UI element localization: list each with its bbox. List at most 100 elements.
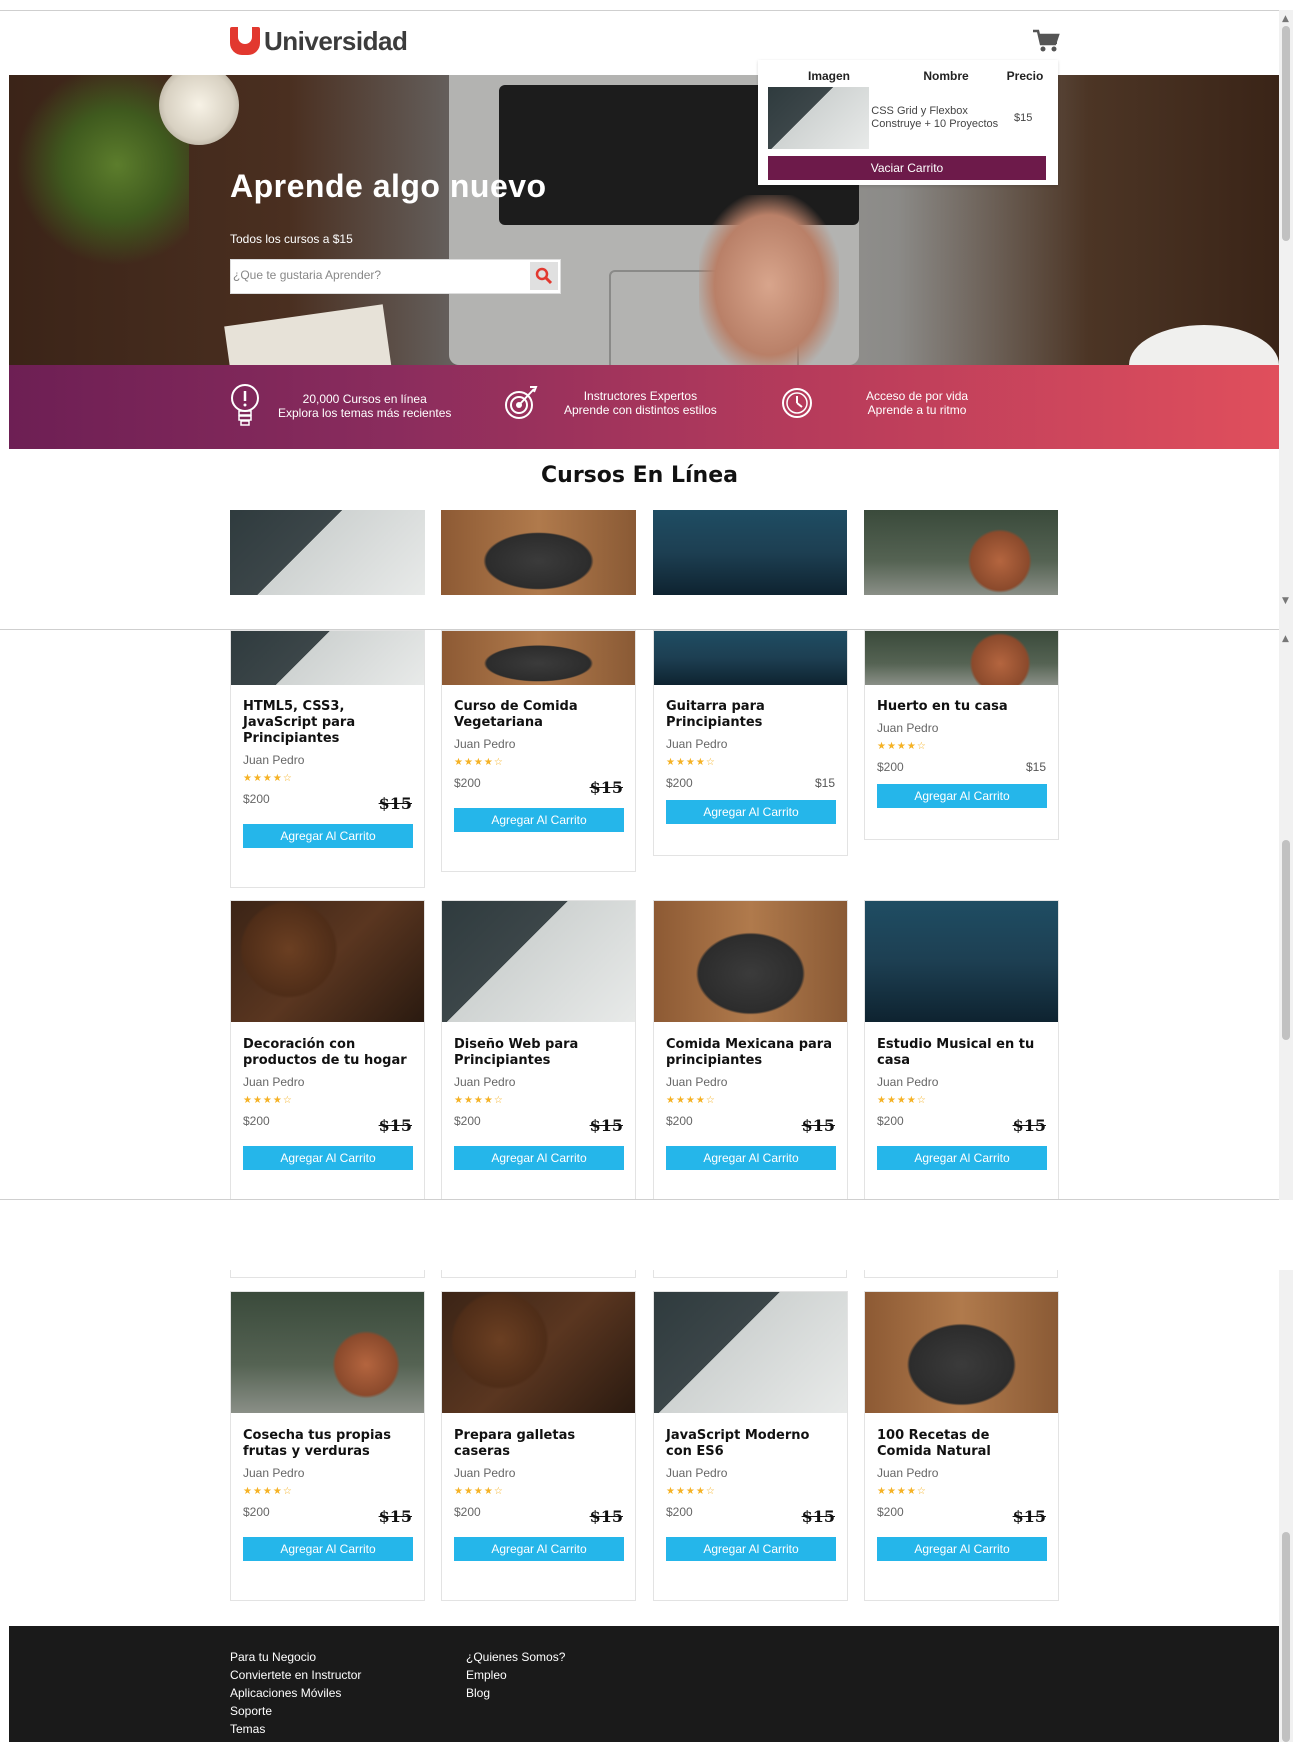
scrollbar-thumb-2[interactable] [1282, 840, 1290, 1040]
rating-stars-icon: ★★★★☆ [243, 773, 293, 784]
card-bottom-stub [230, 1270, 425, 1278]
hero-book-image [224, 304, 394, 365]
course-author: Juan Pedro [454, 1466, 516, 1480]
cart-dropdown: Imagen Nombre Precio CSS Grid y Flexbox … [758, 60, 1058, 185]
search-icon [535, 267, 553, 285]
rating-stars-icon: ★★★★☆ [243, 1486, 293, 1497]
benefit-instructors-line1: Instructores Expertos [583, 389, 698, 403]
hero-subtitle: Todos los cursos a $15 [230, 232, 353, 246]
old-price: $200 [877, 1114, 904, 1128]
add-to-cart-button[interactable]: Agregar Al Carrito [243, 1537, 413, 1561]
footer-link-jobs[interactable]: Empleo [466, 1666, 565, 1684]
card-bottom-stub [653, 1270, 847, 1278]
course-card: JavaScript Moderno con ES6 Juan Pedro ★★… [653, 1291, 848, 1601]
scroll-up-icon[interactable]: ▲ [1282, 14, 1289, 24]
course-image [865, 631, 1058, 685]
footer-link-instructor[interactable]: Conviertete en Instructor [230, 1666, 361, 1684]
hero-title: Aprende algo nuevo [230, 168, 547, 204]
add-to-cart-button[interactable]: Agregar Al Carrito [877, 1537, 1047, 1561]
add-to-cart-button[interactable]: Agregar Al Carrito [666, 800, 836, 824]
course-image [442, 631, 635, 685]
course-title: 100 Recetas de Comida Natural [877, 1428, 991, 1459]
course-author: Juan Pedro [243, 1075, 305, 1089]
benefit-instructors-line2: Aprende con distintos estilos [564, 403, 717, 417]
benefit-courses-line1: 20,000 Cursos en línea [302, 392, 427, 406]
add-to-cart-button[interactable]: Agregar Al Carrito [666, 1537, 836, 1561]
course-title: Guitarra para Principiantes [666, 699, 765, 730]
search-form [230, 259, 561, 294]
footer-link-about[interactable]: ¿Quienes Somos? [466, 1648, 565, 1666]
course-price: $15 [1025, 760, 1046, 774]
hero-candle-image [159, 75, 239, 145]
course-image [654, 1292, 847, 1413]
course-author: Juan Pedro [877, 1466, 939, 1480]
course-title: HTML5, CSS3, JavaScript para Principiant… [243, 699, 356, 746]
empty-cart-button[interactable]: Vaciar Carrito [768, 156, 1046, 180]
course-author: Juan Pedro [877, 721, 939, 735]
rating-stars-icon: ★★★★☆ [454, 757, 504, 768]
footer-link-support[interactable]: Soporte [230, 1702, 361, 1720]
old-price: $200 [454, 776, 481, 790]
cart-item-price: $15 [1013, 112, 1033, 124]
course-price: $15 [589, 778, 623, 797]
add-to-cart-button[interactable]: Agregar Al Carrito [243, 1146, 413, 1170]
course-image-preview-2 [441, 510, 636, 595]
scrollbar-thumb-1[interactable] [1282, 26, 1290, 241]
scrollbar-3[interactable] [1279, 1270, 1293, 1742]
benefit-access: Acceso de por vida Aprende a tu ritmo [780, 383, 968, 423]
course-image-preview-3 [653, 510, 847, 595]
course-author: Juan Pedro [666, 1466, 728, 1480]
course-image-preview-1 [230, 510, 425, 595]
cart-item-image [768, 87, 870, 149]
hero-hand-image [699, 195, 839, 365]
scroll-down-icon[interactable]: ▼ [1282, 596, 1289, 606]
shopping-cart-icon[interactable] [1032, 28, 1060, 54]
rating-stars-icon: ★★★★☆ [666, 1486, 716, 1497]
search-input[interactable] [233, 268, 523, 282]
scrollbar-2[interactable]: ▲ [1279, 630, 1293, 1200]
cart-table-header: Imagen Nombre Precio [768, 66, 1048, 86]
benefit-courses-line2: Explora los temas más recientes [278, 406, 452, 420]
course-author: Juan Pedro [877, 1075, 939, 1089]
add-to-cart-button[interactable]: Agregar Al Carrito [454, 808, 624, 832]
old-price: $200 [666, 776, 693, 790]
scrollbar-thumb-3[interactable] [1282, 1532, 1290, 1742]
footer: Para tu Negocio Conviertete en Instructo… [9, 1626, 1279, 1742]
scrollbar-1[interactable]: ▲ ▼ [1279, 10, 1293, 630]
scroll-up-icon-2[interactable]: ▲ [1282, 634, 1289, 644]
course-image [231, 631, 424, 685]
course-price: $15 [801, 1116, 835, 1135]
footer-link-business[interactable]: Para tu Negocio [230, 1648, 361, 1666]
rating-stars-icon: ★★★★☆ [666, 757, 716, 768]
old-price: $200 [666, 1505, 693, 1519]
hero-banner [9, 75, 1279, 365]
course-card: Prepara galletas caseras Juan Pedro ★★★★… [441, 1291, 636, 1601]
course-title: JavaScript Moderno con ES6 [666, 1428, 810, 1459]
course-image [231, 901, 424, 1022]
course-card: Cosecha tus propias frutas y verduras Ju… [230, 1291, 425, 1601]
footer-link-blog[interactable]: Blog [466, 1684, 565, 1702]
search-button[interactable] [530, 262, 558, 290]
rating-stars-icon: ★★★★☆ [877, 1486, 927, 1497]
course-author: Juan Pedro [666, 737, 728, 751]
footer-link-mobile-apps[interactable]: Aplicaciones Móviles [230, 1684, 361, 1702]
rating-stars-icon: ★★★★☆ [877, 1095, 927, 1106]
add-to-cart-button[interactable]: Agregar Al Carrito [877, 1146, 1047, 1170]
footer-link-topics[interactable]: Temas [230, 1720, 361, 1738]
course-price: $15 [814, 776, 835, 790]
course-title: Prepara galletas caseras [454, 1428, 576, 1459]
course-author: Juan Pedro [243, 1466, 305, 1480]
card-bottom-stub [441, 1270, 636, 1278]
add-to-cart-button[interactable]: Agregar Al Carrito [454, 1537, 624, 1561]
add-to-cart-button[interactable]: Agregar Al Carrito [454, 1146, 624, 1170]
logo[interactable]: Universidad [230, 26, 408, 56]
course-author: Juan Pedro [243, 753, 305, 767]
add-to-cart-button[interactable]: Agregar Al Carrito [877, 784, 1047, 808]
course-card: Guitarra para Principiantes Juan Pedro ★… [653, 630, 848, 856]
add-to-cart-button[interactable]: Agregar Al Carrito [666, 1146, 836, 1170]
course-title: Comida Mexicana para principiantes [666, 1037, 832, 1068]
blank-gap [0, 1200, 1279, 1270]
footer-column-2: ¿Quienes Somos? Empleo Blog [466, 1648, 565, 1702]
cart-item-row: CSS Grid y Flexbox Construye + 10 Proyec… [768, 86, 1048, 150]
add-to-cart-button[interactable]: Agregar Al Carrito [243, 824, 413, 848]
